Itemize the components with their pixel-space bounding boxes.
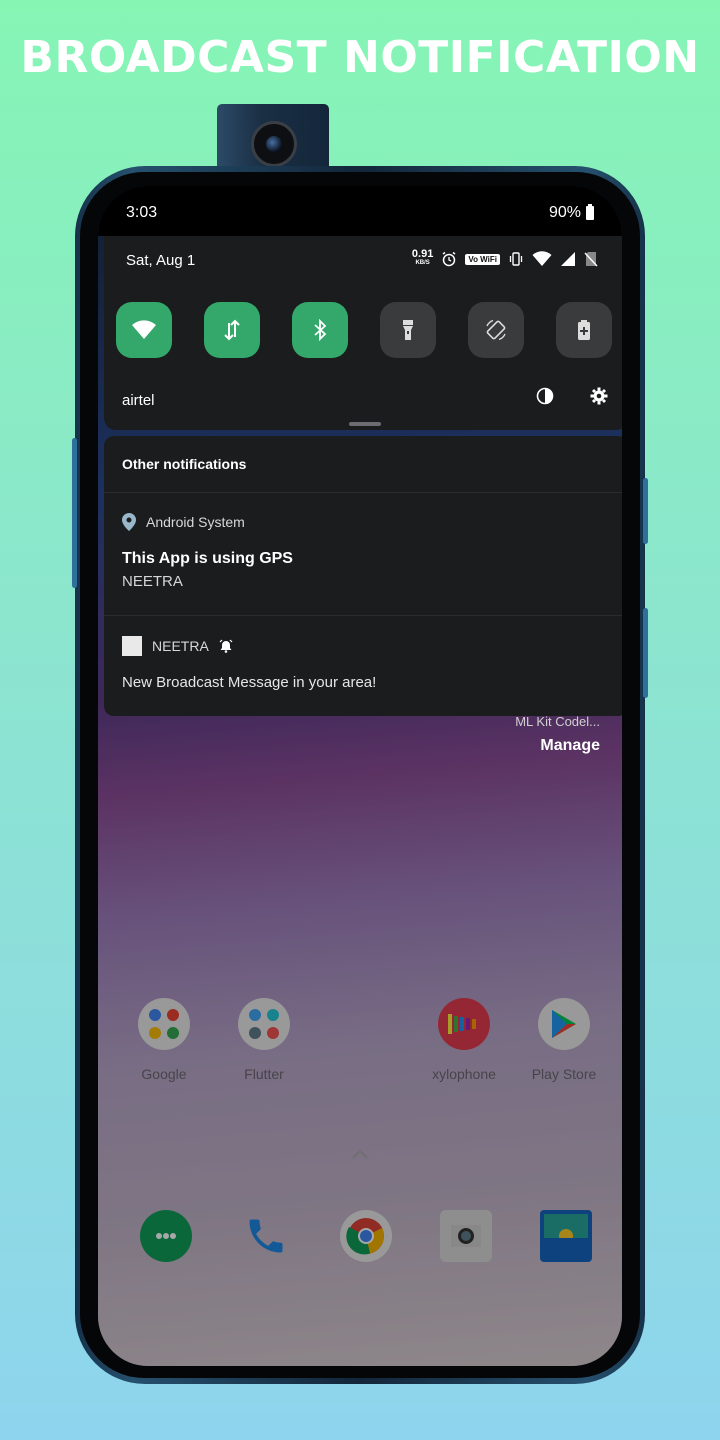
popup-camera xyxy=(217,104,329,174)
quick-settings-panel: Sat, Aug 1 0.91 KB/S Vo WiFi airtel xyxy=(104,236,622,430)
qs-date: Sat, Aug 1 xyxy=(126,252,196,269)
tile-flashlight[interactable] xyxy=(380,302,436,358)
battery-indicator: 90% xyxy=(549,204,594,222)
tile-auto-rotate[interactable] xyxy=(468,302,524,358)
rotate-icon xyxy=(486,319,506,341)
qs-status-icons: 0.91 KB/S Vo WiFi xyxy=(411,248,598,268)
notification-android-system[interactable]: Android System This App is using GPS NEE… xyxy=(104,493,622,616)
notification-text: NEETRA xyxy=(122,573,183,590)
theme-toggle-icon[interactable] xyxy=(536,387,554,405)
flashlight-icon xyxy=(403,320,413,340)
screen: Google Flutter xylophone Play Store 3:03… xyxy=(98,186,622,1366)
notification-section-title: Other notifications xyxy=(104,436,622,493)
status-bar: 3:03 90% xyxy=(98,186,622,236)
notification-card: Other notifications Android System This … xyxy=(104,436,622,716)
data-transfer-icon xyxy=(224,319,240,341)
vowifi-badge: Vo WiFi xyxy=(465,253,500,265)
vibrate-icon xyxy=(509,252,523,266)
manage-area: ML Kit Codel... Manage xyxy=(515,714,600,755)
bezel: Google Flutter xylophone Play Store 3:03… xyxy=(80,172,640,1378)
wifi-signal-icon xyxy=(532,251,552,266)
notification-app-name: Android System xyxy=(146,514,245,530)
qs-actions xyxy=(536,387,608,405)
clock: 3:03 xyxy=(126,204,158,221)
notification-app-row: NEETRA xyxy=(122,636,233,656)
bluetooth-icon xyxy=(314,319,327,341)
notification-neetra[interactable]: NEETRA New Broadcast Message in your are… xyxy=(104,616,622,716)
carrier-label: airtel xyxy=(122,392,155,409)
notification-app-row: Android System xyxy=(122,513,245,531)
power-button xyxy=(643,478,648,544)
cell-signal-icon xyxy=(561,252,575,266)
notification-text: New Broadcast Message in your area! xyxy=(122,674,377,691)
headline: BROADCAST NOTIFICATION xyxy=(20,32,700,83)
qs-tiles xyxy=(116,302,612,358)
tile-mobile-data[interactable] xyxy=(204,302,260,358)
location-icon xyxy=(122,513,136,531)
alarm-icon xyxy=(219,639,233,653)
net-speed-unit: KB/S xyxy=(415,260,430,266)
no-sim-icon xyxy=(584,252,598,267)
notification-title: This App is using GPS xyxy=(122,550,293,567)
tile-wifi[interactable] xyxy=(116,302,172,358)
net-speed: 0.91 KB/S xyxy=(411,248,434,268)
notification-app-name: NEETRA xyxy=(152,638,209,654)
tile-bluetooth[interactable] xyxy=(292,302,348,358)
settings-gear-icon[interactable] xyxy=(590,387,608,405)
wifi-icon xyxy=(132,320,156,339)
tile-battery-saver[interactable] xyxy=(556,302,612,358)
net-speed-value: 0.91 xyxy=(411,248,434,260)
alarm-clock-icon xyxy=(442,251,456,267)
camera-lens-icon xyxy=(251,121,297,167)
drag-handle[interactable] xyxy=(349,422,381,426)
battery-icon xyxy=(586,204,594,220)
battery-saver-icon xyxy=(578,320,590,340)
phone-frame: Google Flutter xylophone Play Store 3:03… xyxy=(72,166,648,1384)
neetra-app-icon xyxy=(122,636,142,656)
notification-channel-label: ML Kit Codel... xyxy=(515,714,600,729)
side-button xyxy=(643,608,648,698)
battery-percent: 90% xyxy=(548,204,581,221)
volume-button xyxy=(72,438,77,588)
manage-button[interactable]: Manage xyxy=(515,737,600,755)
